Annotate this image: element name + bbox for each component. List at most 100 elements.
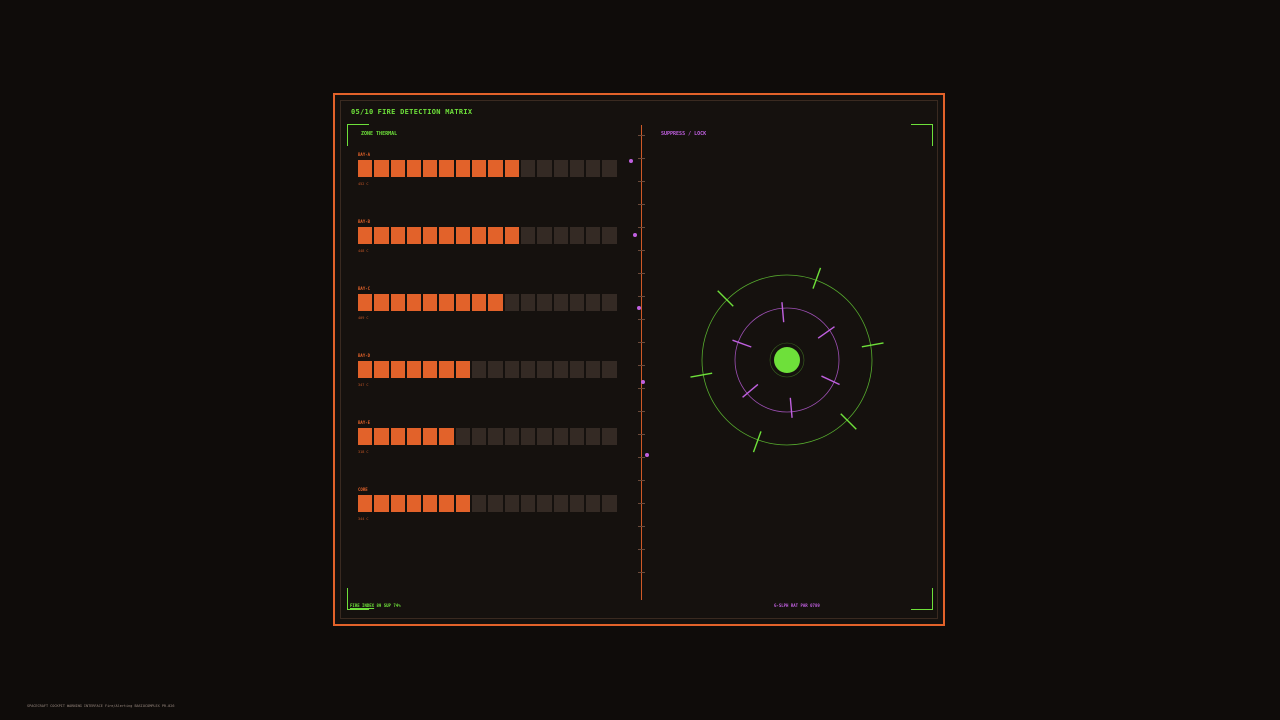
bar-segment-unlit <box>586 361 601 378</box>
panel-title-text: FIRE DETECTION MATRIX <box>377 108 473 116</box>
bay-row: BAY-E 318 C <box>358 420 620 460</box>
bar-segment-lit <box>439 361 454 378</box>
bar-segment-unlit <box>553 294 568 311</box>
axis-tick <box>638 503 645 504</box>
bar-segment-unlit <box>520 495 536 512</box>
bar-segment-unlit <box>488 361 503 378</box>
bar-segment-lit <box>488 294 503 311</box>
bar-segment-unlit <box>504 294 519 311</box>
bar-segment-lit <box>358 294 373 311</box>
axis-tick <box>638 572 645 573</box>
bar-segment-lit <box>439 294 454 311</box>
corner-bracket-top-right <box>911 124 933 146</box>
bar-segment-lit <box>374 428 389 445</box>
axis-tick <box>638 158 645 159</box>
axis-tick <box>638 388 645 389</box>
panel-number: 05/10 <box>351 108 374 116</box>
bay-temperature: 452 C <box>358 182 369 186</box>
axis-tick <box>638 411 645 412</box>
axis-tick <box>638 135 645 136</box>
radar-tick <box>717 290 734 307</box>
bar-segment-lit <box>423 495 438 512</box>
bar-segment-lit <box>374 361 389 378</box>
radar-tick <box>861 342 884 348</box>
bar-segment-lit <box>406 495 422 512</box>
bar-segment-lit <box>406 160 422 177</box>
bar-segment-lit <box>488 227 503 244</box>
bar-segment-lit <box>455 361 471 378</box>
bar-segment-lit <box>423 361 438 378</box>
bar-segment-lit <box>358 495 373 512</box>
bar-segment-lit <box>390 160 405 177</box>
bar-segment-lit <box>439 227 454 244</box>
radar-tick <box>840 413 857 430</box>
suppress-lock-label: SUPPRESS / LOCK <box>661 131 707 137</box>
bar-segment-unlit <box>602 428 617 445</box>
timeline-axis <box>641 125 642 600</box>
bay-level-bar <box>358 361 617 378</box>
bar-segment-unlit <box>520 294 536 311</box>
axis-tick <box>638 181 645 182</box>
bar-segment-unlit <box>520 227 536 244</box>
bar-segment-unlit <box>537 495 552 512</box>
bar-segment-unlit <box>569 294 585 311</box>
bar-segment-unlit <box>586 428 601 445</box>
bar-segment-lit <box>423 227 438 244</box>
bar-segment-lit <box>358 428 373 445</box>
bar-segment-unlit <box>602 294 617 311</box>
axis-tick <box>638 296 645 297</box>
corner-bracket-bottom-right <box>911 588 933 610</box>
axis-tick <box>638 250 645 251</box>
bay-level-bar <box>358 294 617 311</box>
bar-segment-lit <box>374 495 389 512</box>
bar-segment-lit <box>406 361 422 378</box>
bar-segment-unlit <box>602 160 617 177</box>
bar-segment-unlit <box>504 428 519 445</box>
bar-segment-unlit <box>586 495 601 512</box>
bar-segment-unlit <box>569 428 585 445</box>
bar-segment-unlit <box>553 227 568 244</box>
bar-segment-lit <box>406 294 422 311</box>
bay-label: BAY-E <box>358 420 371 425</box>
bar-segment-unlit <box>602 495 617 512</box>
bar-segment-unlit <box>569 495 585 512</box>
bar-segment-unlit <box>472 428 487 445</box>
bay-row: BAY-D 347 C <box>358 353 620 393</box>
bay-temperature: 318 C <box>358 450 369 454</box>
bar-segment-unlit <box>586 294 601 311</box>
bar-segment-lit <box>455 160 471 177</box>
bay-label: BAY-D <box>358 353 371 358</box>
bay-level-bar <box>358 495 617 512</box>
radar-tick <box>812 267 822 289</box>
bay-row: BAY-C 409 C <box>358 286 620 326</box>
radar-tick <box>690 372 713 378</box>
axis-tick <box>638 342 645 343</box>
bay-label: BAY-B <box>358 219 371 224</box>
radar-tick <box>732 339 752 348</box>
bar-segment-lit <box>472 294 487 311</box>
bar-segment-lit <box>358 361 373 378</box>
bar-segment-unlit <box>504 495 519 512</box>
bar-segment-lit <box>504 227 519 244</box>
axis-tick <box>638 227 645 228</box>
bay-row: CORE 344 C <box>358 487 620 527</box>
bar-segment-lit <box>358 227 373 244</box>
bar-segment-lit <box>423 294 438 311</box>
bay-temperature: 448 C <box>358 249 369 253</box>
bar-segment-unlit <box>586 160 601 177</box>
bar-segment-unlit <box>520 160 536 177</box>
bay-level-bar <box>358 227 617 244</box>
bar-segment-unlit <box>569 227 585 244</box>
fire-detection-panel: 05/10 FIRE DETECTION MATRIX ZONE THERMAL … <box>333 93 945 626</box>
bar-segment-lit <box>374 160 389 177</box>
bar-segment-unlit <box>553 495 568 512</box>
bar-segment-unlit <box>553 361 568 378</box>
bar-segment-lit <box>455 495 471 512</box>
bar-segment-lit <box>439 428 454 445</box>
bar-segment-lit <box>406 428 422 445</box>
bay-label: BAY-C <box>358 286 371 291</box>
axis-tick <box>638 526 645 527</box>
bar-segment-unlit <box>488 495 503 512</box>
bay-row: BAY-B 448 C <box>358 219 620 259</box>
radar-tick <box>821 375 840 386</box>
